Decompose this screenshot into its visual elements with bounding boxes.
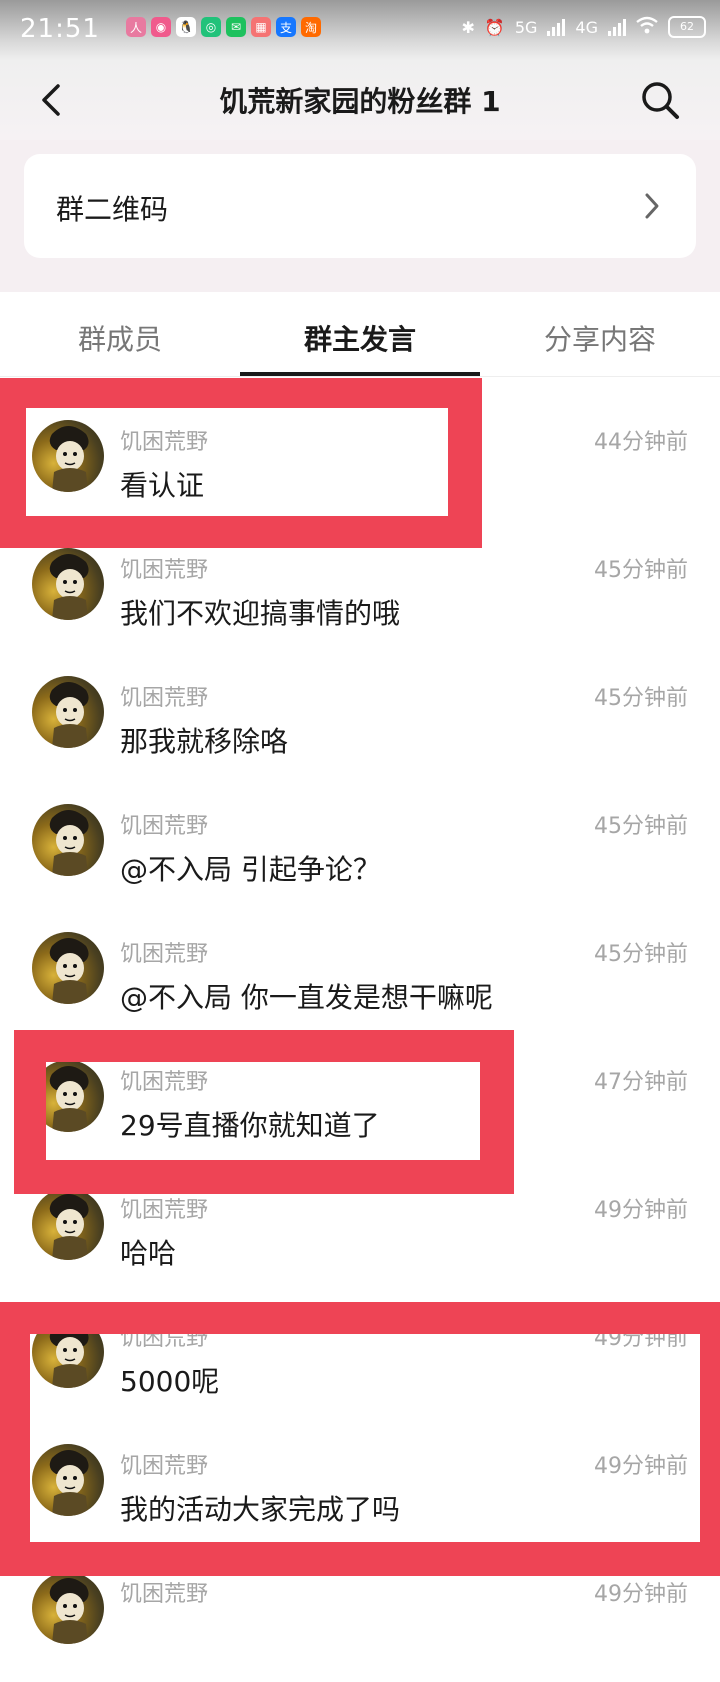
network-label-2: 4G bbox=[575, 17, 598, 37]
message-text: @不入局 引起争论？ bbox=[120, 853, 381, 886]
search-icon bbox=[642, 82, 679, 119]
message-item[interactable]: 饥困荒野 49分钟前 哈哈 bbox=[0, 1170, 720, 1298]
message-text: 那我就移除咯 bbox=[120, 725, 289, 758]
message-text: 我的活动大家完成了吗 bbox=[120, 1493, 401, 1526]
avatar[interactable] bbox=[32, 1060, 104, 1132]
message-author: 饥困荒野 bbox=[120, 942, 209, 967]
character-portrait-icon bbox=[49, 1578, 89, 1644]
status-indicators: ✱ ⏰ 5G 4G 62 bbox=[462, 16, 706, 38]
message-text: 5000呢 bbox=[120, 1365, 220, 1398]
message-text: @不入局 你一直发是想干嘛呢 bbox=[120, 981, 493, 1014]
message-item[interactable]: 饥困荒野 49分钟前 我的活动大家完成了吗 bbox=[0, 1426, 720, 1554]
character-portrait-icon bbox=[49, 426, 89, 492]
message-item[interactable]: 饥困荒野 45分钟前 我们不欢迎搞事情的哦 bbox=[0, 530, 720, 658]
message-item[interactable]: 饥困荒野 44分钟前 看认证 bbox=[0, 402, 720, 530]
avatar[interactable] bbox=[32, 420, 104, 492]
message-time: 44分钟前 bbox=[594, 430, 688, 455]
status-bar: 21:51 人 ◉ 🐧 ◎ ✉ ▦ 支淘 ✱ ⏰ 5G 4G 62 bbox=[0, 0, 720, 60]
search-button[interactable] bbox=[638, 78, 682, 122]
character-portrait-icon bbox=[49, 810, 89, 876]
character-portrait-icon bbox=[49, 1450, 89, 1516]
message-item[interactable]: 饥困荒野 49分钟前 bbox=[0, 1554, 720, 1682]
tab-shared-content[interactable]: 分享内容 bbox=[480, 318, 720, 358]
message-author: 饥困荒野 bbox=[120, 1326, 209, 1351]
alarm-icon: ⏰ bbox=[484, 17, 505, 37]
message-author: 饥困荒野 bbox=[120, 686, 209, 711]
message-author: 饥困荒野 bbox=[120, 1454, 209, 1479]
calendar-app-icon: ▦ bbox=[251, 17, 271, 37]
alipay-app-icon: 支 bbox=[276, 17, 296, 37]
message-item[interactable]: 饥困荒野 49分钟前 5000呢 bbox=[0, 1298, 720, 1426]
message-time: 47分钟前 bbox=[594, 1070, 688, 1095]
page-title: 饥荒新家园的粉丝群 1 bbox=[219, 85, 501, 118]
signal-icon-2 bbox=[608, 18, 626, 36]
message-text: 29号直播你就知道了 bbox=[120, 1109, 380, 1142]
location-app-icon: ◉ bbox=[151, 17, 171, 37]
wifi-icon bbox=[636, 16, 658, 38]
header: 饥荒新家园的粉丝群 1 bbox=[0, 60, 720, 140]
chevron-right-icon bbox=[645, 193, 659, 219]
character-portrait-icon bbox=[49, 938, 89, 1004]
message-item[interactable]: 饥困荒野 45分钟前 @不入局 你一直发是想干嘛呢 bbox=[0, 914, 720, 1042]
message-time: 45分钟前 bbox=[594, 686, 688, 711]
message-author: 饥困荒野 bbox=[120, 814, 209, 839]
message-author: 饥困荒野 bbox=[120, 1070, 209, 1095]
message-item[interactable]: 饥困荒野 47分钟前 29号直播你就知道了 bbox=[0, 1042, 720, 1170]
character-portrait-icon bbox=[49, 554, 89, 620]
status-app-icons: 人 ◉ 🐧 ◎ ✉ ▦ 支淘 bbox=[126, 17, 321, 37]
signal-icon bbox=[547, 18, 566, 36]
message-author: 饥困荒野 bbox=[120, 430, 209, 455]
avatar[interactable] bbox=[32, 1316, 104, 1388]
battery-icon: 62 bbox=[668, 16, 706, 38]
character-portrait-icon bbox=[49, 1194, 89, 1260]
message-time: 45分钟前 bbox=[594, 558, 688, 583]
message-author: 饥困荒野 bbox=[120, 558, 209, 583]
network-label-1: 5G bbox=[514, 17, 538, 37]
message-app-icon: ◎ bbox=[201, 17, 221, 37]
qq-app-icon: 🐧 bbox=[176, 17, 196, 37]
tab-bar: 群成员 群主发言 分享内容 bbox=[0, 292, 720, 377]
message-item[interactable]: 饥困荒野 45分钟前 那我就移除咯 bbox=[0, 658, 720, 786]
group-qr-code-label: 群二维码 bbox=[56, 193, 169, 226]
tab-members[interactable]: 群成员 bbox=[0, 318, 240, 358]
message-text: 哈哈 bbox=[120, 1237, 177, 1270]
game-app-icon: 人 bbox=[126, 17, 146, 37]
qr-section: 群二维码 bbox=[0, 140, 720, 292]
message-time: 49分钟前 bbox=[594, 1198, 688, 1223]
taobao-app-icon: 淘 bbox=[301, 17, 321, 37]
message-author: 饥困荒野 bbox=[120, 1582, 209, 1607]
character-portrait-icon bbox=[49, 682, 89, 748]
avatar[interactable] bbox=[32, 1188, 104, 1260]
message-time: 49分钟前 bbox=[594, 1454, 688, 1479]
status-time: 21:51 bbox=[20, 14, 100, 44]
character-portrait-icon bbox=[49, 1066, 89, 1132]
message-time: 45分钟前 bbox=[594, 942, 688, 967]
tab-owner-posts[interactable]: 群主发言 bbox=[240, 318, 480, 358]
message-time: 49分钟前 bbox=[594, 1582, 688, 1607]
character-portrait-icon bbox=[49, 1322, 89, 1388]
message-item[interactable]: 饥困荒野 45分钟前 @不入局 引起争论？ bbox=[0, 786, 720, 914]
message-author: 饥困荒野 bbox=[120, 1198, 209, 1223]
message-time: 49分钟前 bbox=[594, 1326, 688, 1351]
wechat-app-icon: ✉ bbox=[226, 17, 246, 37]
active-tab-indicator bbox=[240, 372, 480, 376]
avatar[interactable] bbox=[32, 804, 104, 876]
bluetooth-icon: ✱ bbox=[461, 17, 475, 37]
avatar[interactable] bbox=[32, 1572, 104, 1644]
message-time: 45分钟前 bbox=[594, 814, 688, 839]
message-text: 我们不欢迎搞事情的哦 bbox=[120, 597, 401, 630]
group-qr-code-row[interactable]: 群二维码 bbox=[24, 154, 696, 258]
avatar[interactable] bbox=[32, 676, 104, 748]
message-text: 看认证 bbox=[120, 469, 205, 502]
avatar[interactable] bbox=[32, 932, 104, 1004]
avatar[interactable] bbox=[32, 1444, 104, 1516]
avatar[interactable] bbox=[32, 548, 104, 620]
